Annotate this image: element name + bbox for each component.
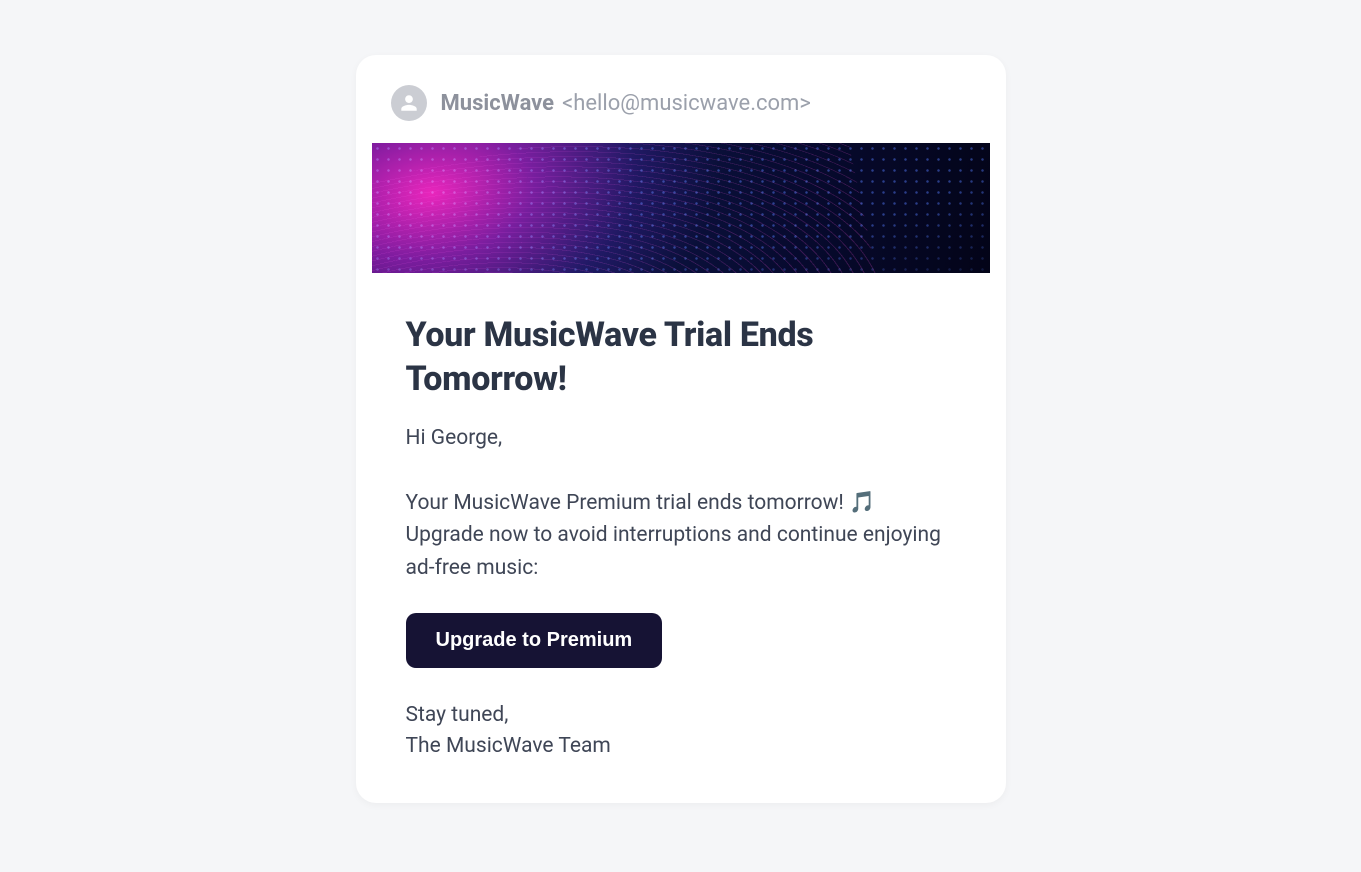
body-text: Your MusicWave Premium trial ends tomorr… bbox=[406, 487, 956, 585]
sender-name: MusicWave bbox=[441, 91, 555, 116]
signoff-line-2: The MusicWave Team bbox=[406, 731, 956, 763]
sender-line: MusicWave <hello@musicwave.com> bbox=[441, 91, 811, 116]
signoff-line-1: Stay tuned, bbox=[406, 700, 956, 732]
person-icon bbox=[398, 92, 420, 114]
email-card: MusicWave <hello@musicwave.com> Your Mus… bbox=[356, 55, 1006, 803]
email-header: MusicWave <hello@musicwave.com> bbox=[356, 55, 1006, 143]
greeting: Hi George, bbox=[406, 423, 956, 455]
hero-banner bbox=[372, 143, 990, 273]
hero-wave-decoration bbox=[372, 143, 877, 273]
email-title: Your MusicWave Trial Ends Tomorrow! bbox=[406, 313, 956, 401]
signoff: Stay tuned, The MusicWave Team bbox=[406, 700, 956, 763]
sender-email: <hello@musicwave.com> bbox=[562, 91, 811, 116]
email-body: Your MusicWave Trial Ends Tomorrow! Hi G… bbox=[356, 273, 1006, 803]
upgrade-button[interactable]: Upgrade to Premium bbox=[406, 613, 663, 668]
sender-avatar bbox=[391, 85, 427, 121]
